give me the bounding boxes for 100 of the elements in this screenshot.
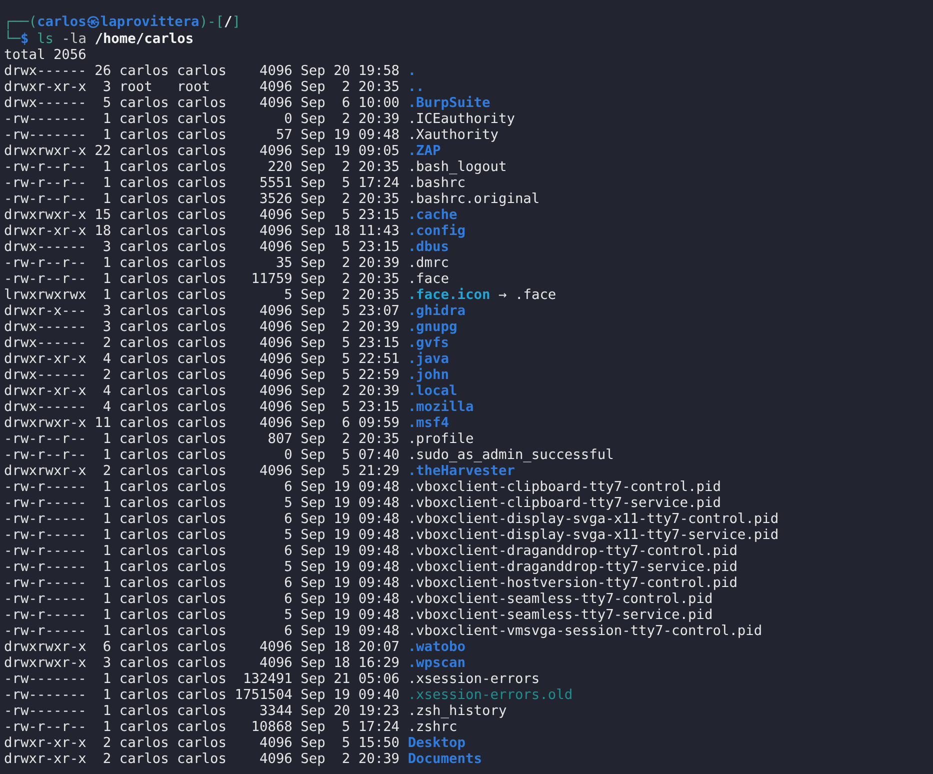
file-name: .vboxclient-display-svga-x11-tty7-control.pid	[408, 511, 779, 527]
file-name: .local	[408, 383, 458, 399]
file-name: .ICEauthority	[408, 111, 515, 127]
listing-details: drwxrwxr-x 15 carlos carlos 4096 Sep 5 23:15	[4, 207, 400, 223]
file-name: .vboxclient-seamless-tty7-service.pid	[408, 607, 713, 623]
file-name: .ghidra	[408, 303, 466, 319]
listing-details: -rw------- 1 carlos carlos 3344 Sep 20 19:23	[4, 703, 400, 719]
listing-details: drwxrwxr-x 6 carlos carlos 4096 Sep 18 20:07	[4, 639, 400, 655]
listing-details: drwxrwxr-x 22 carlos carlos 4096 Sep 19 09:05	[4, 143, 400, 159]
file-name: .vboxclient-seamless-tty7-control.pid	[408, 591, 713, 607]
prompt-frame: └─	[4, 31, 20, 47]
listing-details: drwxr-xr-x 18 carlos carlos 4096 Sep 18 11:43	[4, 223, 400, 239]
file-name: .sudo_as_admin_successful	[408, 447, 614, 463]
listing-details: -rw------- 1 carlos carlos 57 Sep 19 09:48	[4, 127, 400, 143]
file-name: .theHarvester	[408, 463, 515, 479]
file-name: .bash_logout	[408, 159, 507, 175]
file-name: .vboxclient-hostversion-tty7-control.pid	[408, 575, 738, 591]
listing-details: -rw-r----- 1 carlos carlos 5 Sep 19 09:48	[4, 527, 400, 543]
listing-details: -rw-r--r-- 1 carlos carlos 220 Sep 2 20:35	[4, 159, 400, 175]
listing-details: -rw-r--r-- 1 carlos carlos 11759 Sep 2 20:35	[4, 271, 400, 287]
listing-details: -rw------- 1 carlos carlos 1751504 Sep 19 09:40	[4, 687, 400, 703]
file-name: .dmrc	[408, 255, 450, 271]
command-name: ls	[36, 31, 54, 47]
listing-details: -rw-r--r-- 1 carlos carlos 0 Sep 5 07:40	[4, 447, 400, 463]
link-arrow: →	[498, 287, 507, 303]
file-name: .face.icon	[408, 287, 490, 303]
file-name: .wpscan	[408, 655, 466, 671]
listing-details: drwxr-xr-x 2 carlos carlos 4096 Sep 5 15:50	[4, 735, 400, 751]
file-name: Desktop	[408, 735, 466, 751]
prompt-symbol: $	[20, 31, 29, 47]
listing-details: -rw-r----- 1 carlos carlos 6 Sep 19 09:48	[4, 575, 400, 591]
listing-details: drwx------ 5 carlos carlos 4096 Sep 6 10:00	[4, 95, 400, 111]
file-name: .java	[408, 351, 450, 367]
file-name: .vboxclient-draganddrop-tty7-control.pid	[408, 543, 738, 559]
link-target: .face	[514, 287, 556, 303]
listing-details: -rw-r--r-- 1 carlos carlos 10868 Sep 5 17:24	[4, 719, 400, 735]
file-name: .vboxclient-clipboard-tty7-control.pid	[408, 479, 721, 495]
file-name: .ZAP	[408, 143, 441, 159]
file-name: .Xauthority	[408, 127, 498, 143]
file-name: .dbus	[408, 239, 450, 255]
listing-details: drwxr-x--- 3 carlos carlos 4096 Sep 5 23:07	[4, 303, 400, 319]
listing-details: drwxrwxr-x 2 carlos carlos 4096 Sep 5 21:29	[4, 463, 400, 479]
file-name: .gnupg	[408, 319, 458, 335]
file-name: .xsession-errors.old	[408, 687, 573, 703]
listing-details: -rw-r----- 1 carlos carlos 6 Sep 19 09:48	[4, 591, 400, 607]
total-line: total 2056	[4, 47, 86, 63]
file-name: .gvfs	[408, 335, 450, 351]
listing-details: lrwxrwxrwx 1 carlos carlos 5 Sep 2 20:35	[4, 287, 400, 303]
file-name: .zshrc	[408, 719, 458, 735]
listing-details: -rw-r----- 1 carlos carlos 6 Sep 19 09:48	[4, 623, 400, 639]
listing-details: -rw-r----- 1 carlos carlos 5 Sep 19 09:48	[4, 495, 400, 511]
prompt-frame: ]	[232, 14, 241, 31]
file-name: .vboxclient-clipboard-tty7-service.pid	[408, 495, 721, 511]
listing-details: -rw------- 1 carlos carlos 132491 Sep 21 05:06	[4, 671, 400, 687]
file-name: Documents	[408, 751, 482, 767]
listing-details: -rw-r----- 1 carlos carlos 6 Sep 19 09:48	[4, 511, 400, 527]
file-name: .config	[408, 223, 466, 239]
listing-details: -rw------- 1 carlos carlos 0 Sep 2 20:39	[4, 111, 400, 127]
prompt-user-host: carlos㉿laprovittera	[36, 14, 200, 31]
listing-details: drwx------ 26 carlos carlos 4096 Sep 20 19:58	[4, 63, 400, 79]
listing-details: -rw-r--r-- 1 carlos carlos 35 Sep 2 20:39	[4, 255, 400, 271]
file-name: ..	[408, 79, 424, 95]
listing-details: drwxr-xr-x 4 carlos carlos 4096 Sep 5 22:51	[4, 351, 400, 367]
listing-details: -rw-r----- 1 carlos carlos 5 Sep 19 09:48	[4, 559, 400, 575]
file-name: .bashrc	[408, 175, 466, 191]
file-name: .cache	[408, 207, 458, 223]
command-argument: /home/carlos	[94, 31, 194, 47]
listing-details: -rw-r--r-- 1 carlos carlos 3526 Sep 2 20:35	[4, 191, 400, 207]
listing-details: drwxr-xr-x 4 carlos carlos 4096 Sep 2 20:39	[4, 383, 400, 399]
listing-details: drwxrwxr-x 11 carlos carlos 4096 Sep 6 09:59	[4, 415, 400, 431]
listing-details: drwxr-xr-x 3 root root 4096 Sep 2 20:35	[4, 79, 400, 95]
listing-details: drwx------ 2 carlos carlos 4096 Sep 5 22:59	[4, 367, 400, 383]
file-name: .mozilla	[408, 399, 474, 415]
file-name: .bashrc.original	[408, 191, 540, 207]
listing-details: drwxrwxr-x 3 carlos carlos 4096 Sep 18 16:29	[4, 655, 400, 671]
file-name: .profile	[408, 431, 474, 447]
prompt-cwd: /	[224, 14, 232, 31]
file-name: .	[408, 63, 416, 79]
listing-details: drwxr-xr-x 2 carlos carlos 4096 Sep 2 20:39	[4, 751, 400, 767]
prompt-frame: )-[	[199, 14, 224, 31]
command-option: -la	[62, 31, 86, 47]
listing-details: drwx------ 4 carlos carlos 4096 Sep 5 23:15	[4, 399, 400, 415]
prompt-frame: ┌──(	[4, 14, 37, 31]
file-name: .watobo	[408, 639, 466, 655]
file-name: .john	[408, 367, 450, 383]
file-name: .vboxclient-vmsvga-session-tty7-control.pid	[408, 623, 762, 639]
listing-details: -rw-r----- 1 carlos carlos 5 Sep 19 09:48	[4, 607, 400, 623]
listing-details: -rw-r----- 1 carlos carlos 6 Sep 19 09:48	[4, 543, 400, 559]
listing-details: drwx------ 2 carlos carlos 4096 Sep 5 23:15	[4, 335, 400, 351]
file-name: .vboxclient-display-svga-x11-tty7-service.pid	[408, 527, 779, 543]
file-name: .xsession-errors	[408, 671, 540, 687]
listing-details: -rw-r----- 1 carlos carlos 6 Sep 19 09:48	[4, 479, 400, 495]
file-name: .BurpSuite	[408, 95, 490, 111]
file-name: .vboxclient-draganddrop-tty7-service.pid	[408, 559, 738, 575]
listing-details: -rw-r--r-- 1 carlos carlos 807 Sep 2 20:35	[4, 431, 400, 447]
listing-details: drwx------ 3 carlos carlos 4096 Sep 2 20:39	[4, 319, 400, 335]
listing-details: -rw-r--r-- 1 carlos carlos 5551 Sep 5 17:24	[4, 175, 400, 191]
listing-details: drwx------ 3 carlos carlos 4096 Sep 5 23:15	[4, 239, 400, 255]
file-name: .msf4	[408, 415, 450, 431]
file-name: .zsh_history	[408, 703, 507, 719]
